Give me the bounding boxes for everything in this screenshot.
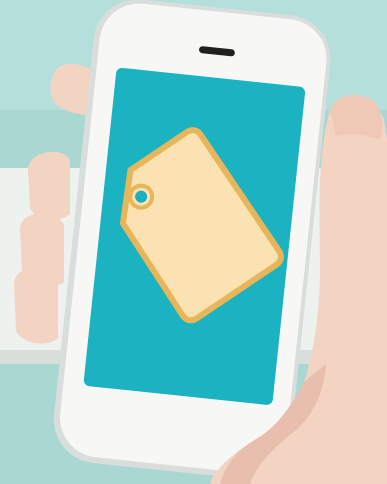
finger-1 — [28, 151, 70, 220]
finger-3 — [14, 267, 58, 344]
scene — [0, 0, 387, 484]
photo-illustration — [0, 0, 387, 484]
